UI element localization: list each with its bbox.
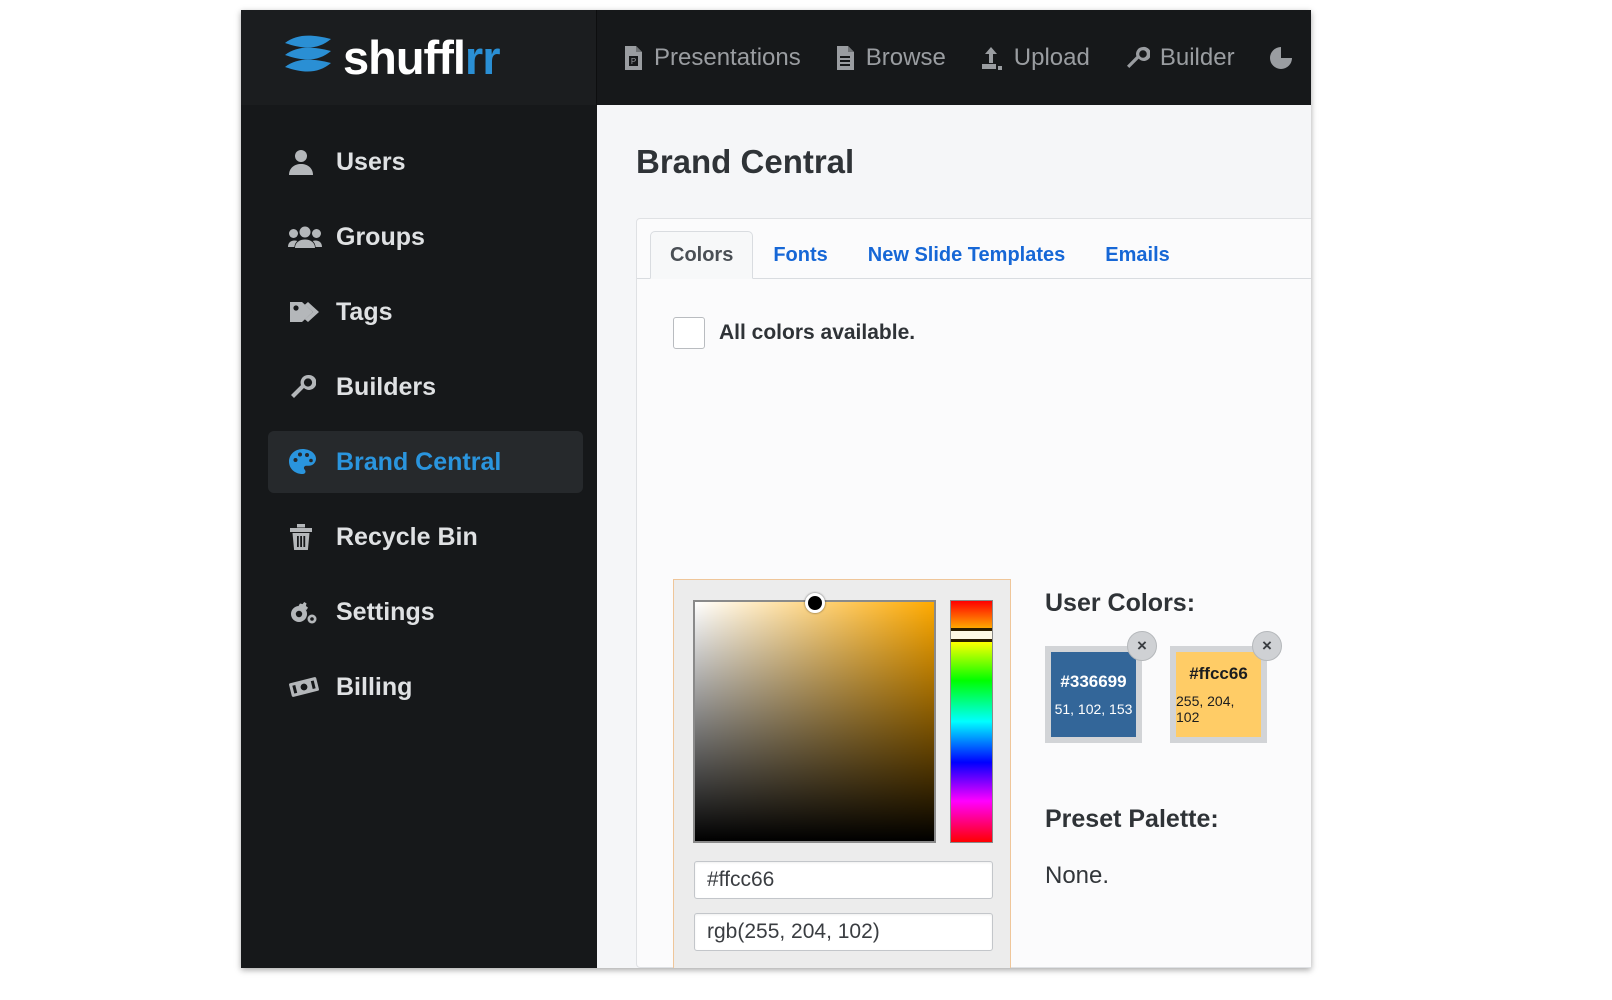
top-navigation-bar: shufflrr P Presentations Browse Upload B… [241,10,1311,105]
tab-new-slide-templates[interactable]: New Slide Templates [848,231,1085,278]
user-color-swatch-item: #336699 51, 102, 153 × [1045,631,1157,743]
user-color-swatch[interactable]: #ffcc66 255, 204, 102 [1170,646,1267,743]
sidebar-item-users[interactable]: Users [268,131,583,193]
upload-icon [980,45,1004,71]
saturation-value-gradient [695,602,934,841]
remove-color-icon[interactable]: × [1127,631,1157,661]
topnav-label: Builder [1159,43,1235,71]
tab-emails[interactable]: Emails [1085,231,1189,278]
topnav-item-reports[interactable] [1269,45,1305,71]
topnav-label: Browse [865,43,946,71]
topnav-item-upload[interactable]: Upload [980,44,1090,72]
user-colors-heading: User Colors: [1045,589,1196,617]
saturation-value-area[interactable] [693,593,936,843]
brand-name-accent: rr [464,31,501,84]
saturation-value-cursor[interactable] [804,593,825,613]
top-nav-items: P Presentations Browse Upload Builder [597,10,1311,105]
sidebar-item-settings[interactable]: Settings [268,581,583,643]
sidebar-item-billing[interactable]: Billing [268,656,583,718]
sidebar-item-builders[interactable]: Builders [268,356,583,418]
content-area: Brand Central Colors Fonts New Slide Tem… [597,105,1311,968]
topnav-label: Presentations [654,43,801,71]
rgb-input[interactable]: rgb(255, 204, 102) [694,913,993,951]
brand-name-primary: shuffl [343,31,466,84]
sidebar-item-groups[interactable]: Groups [268,206,583,268]
document-icon [835,45,856,71]
users-group-icon [288,224,330,250]
color-picker: #ffcc66 rgb(255, 204, 102) Add [673,579,1011,968]
user-colors-swatch-list: #336699 51, 102, 153 × #ffcc66 255, 204,… [1045,631,1311,743]
hex-input[interactable]: #ffcc66 [694,861,993,899]
sidebar-item-label: Builders [336,372,437,401]
remove-color-icon[interactable]: × [1252,631,1282,661]
page-title: Brand Central [636,143,855,180]
sidebar-item-label: Recycle Bin [336,522,478,551]
user-color-swatch-item: #ffcc66 255, 204, 102 × [1170,631,1282,743]
user-color-hex: #336699 [1060,672,1127,691]
preset-palette-heading: Preset Palette: [1045,805,1219,833]
user-color-swatch[interactable]: #336699 51, 102, 153 [1045,646,1142,743]
colors-right-column: User Colors: #336699 51, 102, 153 × #ffc… [1045,589,1311,890]
user-color-rgb: 255, 204, 102 [1176,693,1235,725]
money-bill-icon [288,674,330,700]
user-color-hex: #ffcc66 [1189,664,1248,683]
sidebar-item-label: Billing [336,672,413,701]
all-colors-available-row: All colors available. [637,279,1311,349]
pie-chart-icon [1269,45,1295,71]
topnav-item-browse[interactable]: Browse [835,44,946,72]
sidebar-item-recycle-bin[interactable]: Recycle Bin [268,506,583,568]
tab-fonts[interactable]: Fonts [753,231,847,278]
app-window: shufflrr P Presentations Browse Upload B… [241,10,1311,968]
hue-slider-cursor[interactable] [951,628,992,642]
sidebar-item-brand-central[interactable]: Brand Central [268,431,583,493]
sidebar: Users Groups Tags Builders Brand Central [241,105,597,968]
stacked-slides-logo-icon [281,32,337,83]
sidebar-item-label: Brand Central [336,447,502,476]
topnav-item-builder[interactable]: Builder [1124,44,1235,72]
sidebar-item-label: Users [336,147,406,176]
all-colors-label: All colors available. [719,321,916,344]
sidebar-item-tags[interactable]: Tags [268,281,583,343]
sidebar-item-label: Settings [336,597,435,626]
presentation-file-icon: P [623,45,644,71]
topnav-item-presentations[interactable]: P Presentations [623,44,801,72]
wrench-icon [1124,45,1150,71]
gears-icon [288,597,330,627]
tab-colors[interactable]: Colors [650,231,754,279]
preset-palette-value: None. [1045,862,1110,889]
hue-slider[interactable] [950,600,993,843]
user-icon [288,148,330,176]
topnav-label: Upload [1013,43,1090,71]
sidebar-item-label: Groups [336,222,425,251]
trash-icon [288,523,330,551]
palette-icon [288,448,330,476]
wrench-icon [288,373,330,401]
svg-text:P: P [631,57,636,66]
sidebar-item-label: Tags [336,297,393,326]
user-color-rgb: 51, 102, 153 [1054,701,1133,717]
tab-bar: Colors Fonts New Slide Templates Emails [637,219,1311,279]
brand-central-panel: Colors Fonts New Slide Templates Emails … [636,218,1311,968]
brand-logo-area[interactable]: shufflrr [241,10,597,105]
tag-icon [288,298,330,326]
brand-name: shufflrr [343,31,501,84]
all-colors-checkbox[interactable] [673,317,705,349]
